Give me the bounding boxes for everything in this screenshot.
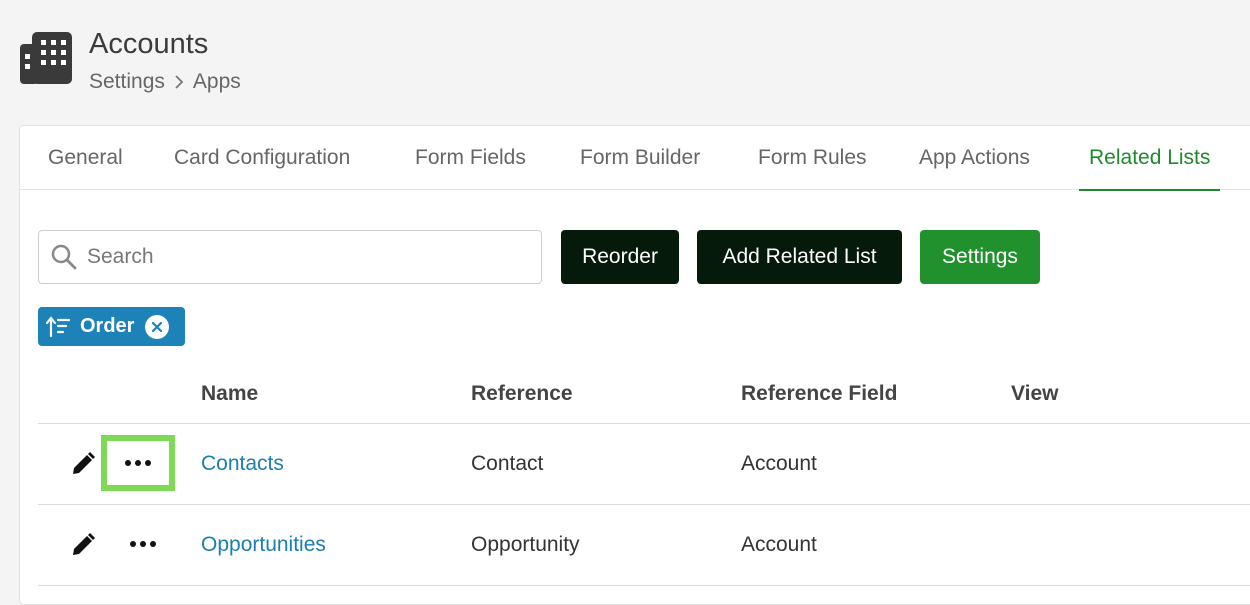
page-title: Accounts [89,28,209,60]
more-options-button[interactable] [101,435,175,491]
pencil-icon[interactable] [70,532,96,558]
table-row: Opportunities Opportunity Account [38,505,1250,586]
row-reference: Opportunity [471,533,580,556]
tab-form-rules[interactable]: Form Rules [758,126,867,190]
chevron-right-icon [173,74,185,90]
header-text: Accounts Settings Apps [89,28,241,94]
column-name[interactable]: Name [201,364,258,424]
order-filter-chip[interactable]: Order [38,307,185,346]
row-reference: Contact [471,452,544,475]
ellipsis-icon [130,541,156,547]
row-name-link[interactable]: Contacts [201,424,284,504]
tab-related-lists[interactable]: Related Lists [1078,126,1221,191]
tab-general[interactable]: General [48,126,123,190]
table-header: Name Reference Reference Field View [38,364,1250,424]
building-icon [20,32,72,84]
chip-label: Order [80,315,135,337]
row-reference-field: Account [741,533,817,556]
search-icon [51,244,77,270]
tab-app-actions[interactable]: App Actions [919,126,1030,190]
close-icon[interactable] [145,314,170,339]
settings-button[interactable]: Settings [920,230,1040,284]
reorder-button[interactable]: Reorder [561,230,679,284]
ellipsis-icon [125,460,151,466]
search-box[interactable] [38,230,542,284]
tab-bar: General Card Configuration Form Fields F… [20,126,1250,191]
row-name-link[interactable]: Opportunities [201,505,326,585]
table-row: Contacts Contact Account [38,424,1250,505]
more-options-button[interactable] [121,527,165,561]
breadcrumb-apps[interactable]: Apps [193,70,241,94]
tab-form-builder[interactable]: Form Builder [580,126,700,190]
page-header: Accounts Settings Apps [20,28,241,94]
search-input[interactable] [87,245,507,269]
column-reference-field[interactable]: Reference Field [741,364,897,424]
breadcrumb: Settings Apps [89,70,241,94]
sort-icon [46,315,70,337]
tab-form-fields[interactable]: Form Fields [415,126,526,190]
column-reference[interactable]: Reference [471,364,573,424]
tab-card-configuration[interactable]: Card Configuration [174,126,350,190]
breadcrumb-settings[interactable]: Settings [89,70,165,94]
column-view[interactable]: View [1011,364,1058,424]
main-card: General Card Configuration Form Fields F… [19,125,1250,605]
related-lists-table: Name Reference Reference Field View Cont… [38,364,1250,586]
pencil-icon[interactable] [70,451,96,477]
add-related-list-button[interactable]: Add Related List [697,230,902,284]
row-reference-field: Account [741,452,817,475]
